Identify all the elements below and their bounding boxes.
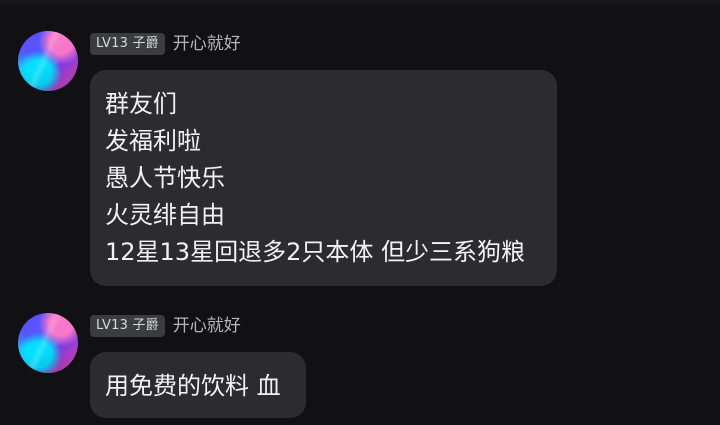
message-line: 用免费的饮料 血	[105, 372, 281, 400]
level-badge: LV13 子爵	[90, 315, 165, 337]
username[interactable]: 开心就好	[173, 315, 241, 337]
message-header: LV13 子爵 开心就好	[90, 315, 241, 337]
user-avatar[interactable]	[18, 31, 78, 91]
message-line: 愚人节快乐	[105, 164, 225, 192]
user-avatar[interactable]	[18, 313, 78, 373]
message-bubble[interactable]: 用免费的饮料 血	[90, 352, 306, 418]
level-badge: LV13 子爵	[90, 33, 165, 55]
message-line: 12星13星回退多2只本体 但少三系狗粮	[105, 238, 525, 266]
top-fade	[0, 0, 720, 6]
message-bubble[interactable]: 群友们 发福利啦 愚人节快乐 火灵绯自由 12星13星回退多2只本体 但少三系狗…	[90, 70, 557, 286]
message-line: 群友们	[105, 90, 177, 118]
message-header: LV13 子爵 开心就好	[90, 33, 241, 55]
message-line: 火灵绯自由	[105, 201, 225, 229]
chat-thread: LV13 子爵 开心就好 群友们 发福利啦 愚人节快乐 火灵绯自由 12星13星…	[0, 0, 720, 425]
message-line: 发福利啦	[105, 127, 201, 155]
username[interactable]: 开心就好	[173, 33, 241, 55]
